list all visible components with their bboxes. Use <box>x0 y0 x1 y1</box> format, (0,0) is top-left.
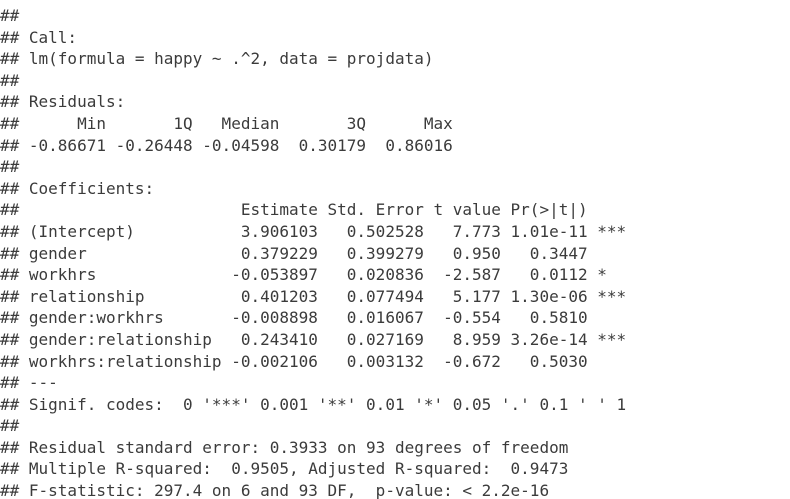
coefficient-row-workhrs-relationship: ## workhrs:relationship -0.002106 0.0031… <box>0 351 588 371</box>
comment-line: ## <box>0 157 20 177</box>
coefficients-header-row: ## Estimate Std. Error t value Pr(>|t|) <box>0 200 588 220</box>
r-console-output: ## ## Call: ## lm(formula = happy ~ .^2,… <box>0 0 790 499</box>
call-heading: ## Call: <box>0 27 78 47</box>
comment-line: ## <box>0 70 20 90</box>
comment-line: ## <box>0 6 20 25</box>
residuals-heading: ## Residuals: <box>0 92 126 112</box>
call-formula: ## lm(formula = happy ~ .^2, data = proj… <box>0 49 434 69</box>
r-squared-line: ## Multiple R-squared: 0.9505, Adjusted … <box>0 459 569 479</box>
comment-line: ## <box>0 416 20 436</box>
separator-line: ## --- <box>0 373 58 393</box>
f-statistic-line: ## F-statistic: 297.4 on 6 and 93 DF, p-… <box>0 481 550 499</box>
residuals-header-row: ## Min 1Q Median 3Q Max <box>0 113 453 133</box>
coefficient-row-gender: ## gender 0.379229 0.399279 0.950 0.3447 <box>0 243 588 263</box>
residual-std-error-line: ## Residual standard error: 0.3933 on 93… <box>0 437 569 457</box>
coefficient-row-gender-relationship: ## gender:relationship 0.243410 0.027169… <box>0 329 627 349</box>
residuals-values-row: ## -0.86671 -0.26448 -0.04598 0.30179 0.… <box>0 135 453 155</box>
signif-codes-line: ## Signif. codes: 0 '***' 0.001 '**' 0.0… <box>0 394 627 414</box>
coefficient-row-relationship: ## relationship 0.401203 0.077494 5.177 … <box>0 286 627 306</box>
coefficient-row-gender-workhrs: ## gender:workhrs -0.008898 0.016067 -0.… <box>0 308 588 328</box>
coefficient-row-workhrs: ## workhrs -0.053897 0.020836 -2.587 0.0… <box>0 265 607 285</box>
coefficient-row-intercept: ## (Intercept) 3.906103 0.502528 7.773 1… <box>0 221 627 241</box>
coefficients-heading: ## Coefficients: <box>0 178 155 198</box>
